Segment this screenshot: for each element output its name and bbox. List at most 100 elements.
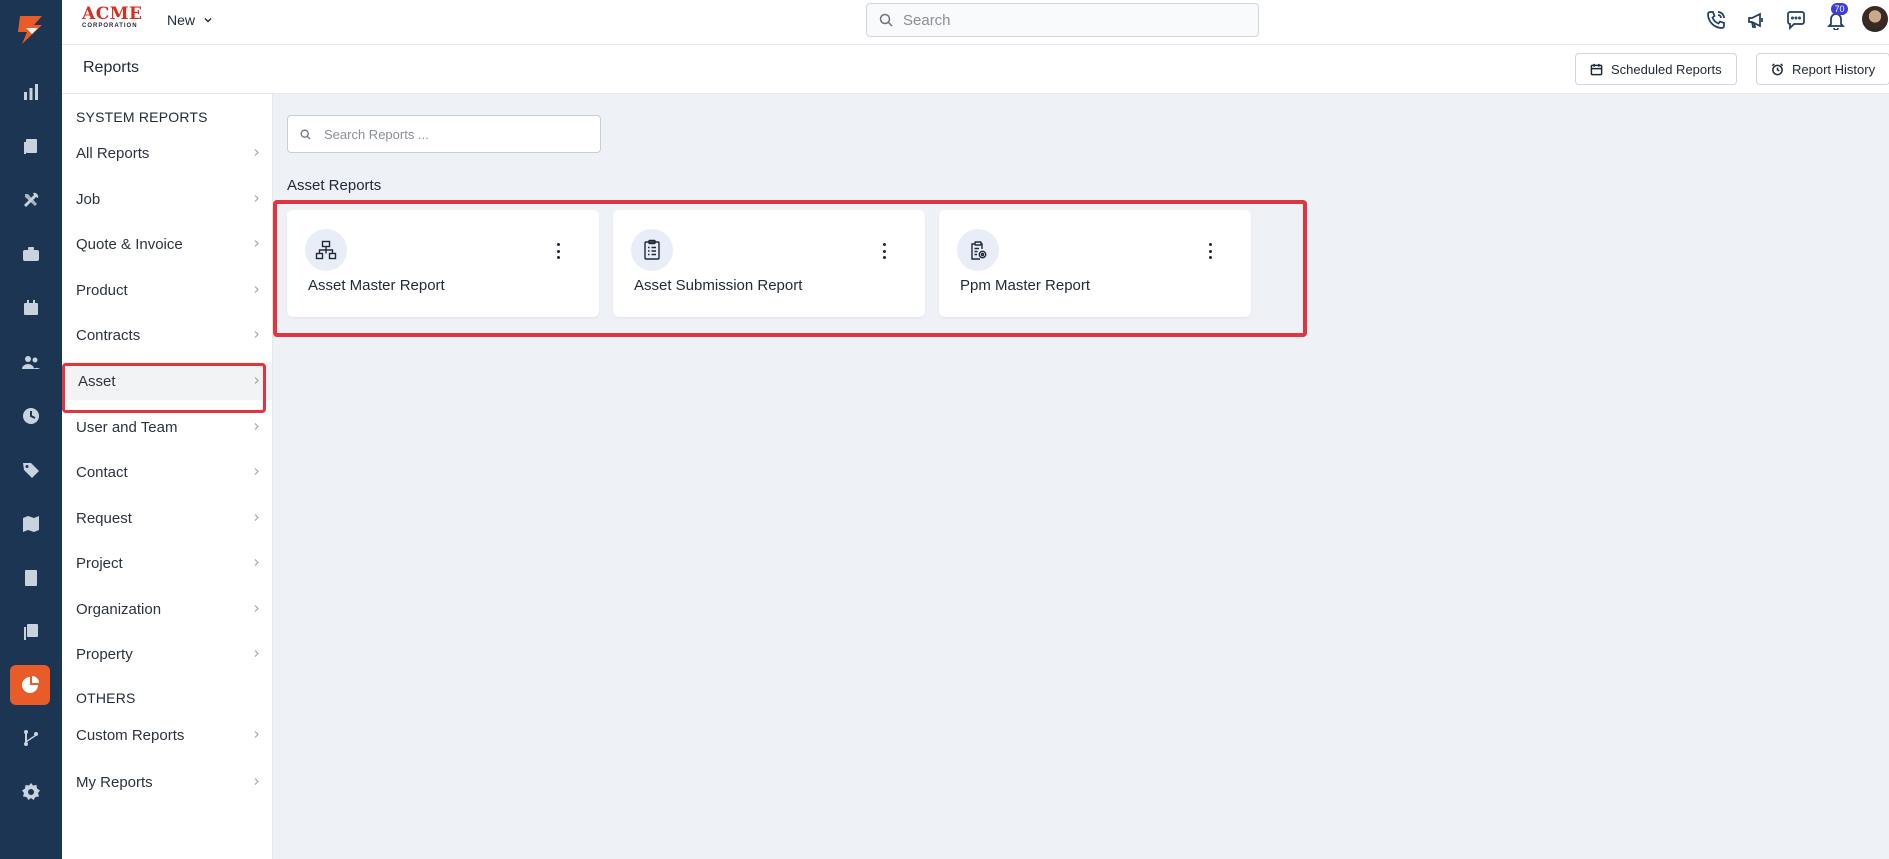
sidebar-item-label: Contracts xyxy=(76,326,141,344)
reports-sidebar: SYSTEM REPORTS All Reports Job Quote & I… xyxy=(62,94,273,859)
sidebar-item-user-and-team[interactable]: User and Team xyxy=(62,408,272,446)
sidebar-item-product[interactable]: Product xyxy=(62,271,272,309)
clipboard-list-icon xyxy=(631,229,673,271)
reports-pie-icon[interactable] xyxy=(10,665,50,705)
sidebar-item-project[interactable]: Project xyxy=(62,544,272,582)
brand-name: ACME xyxy=(82,4,143,24)
sidebar-item-label: Project xyxy=(76,554,123,572)
more-options-icon[interactable] xyxy=(553,243,563,259)
files-icon[interactable] xyxy=(15,616,47,648)
global-search-input[interactable] xyxy=(903,11,1233,29)
sidebar-item-label: Contact xyxy=(76,463,128,481)
sidebar-item-label: My Reports xyxy=(76,773,153,791)
notification-count-badge: 70 xyxy=(1831,3,1848,15)
sidebar-item-label: User and Team xyxy=(76,418,178,436)
sidebar-item-label: Organization xyxy=(76,600,162,618)
report-card-name: Asset Master Report xyxy=(308,277,445,294)
sidebar-item-label: Product xyxy=(76,281,128,299)
chevron-right-icon xyxy=(254,731,259,738)
reports-main-area: Asset Reports Asset Master Report Asset … xyxy=(273,94,1889,859)
sidebar-item-organization[interactable]: Organization xyxy=(62,590,272,628)
app-logo-icon[interactable] xyxy=(12,12,48,48)
sidebar-item-label: Job xyxy=(76,190,101,208)
report-history-button[interactable]: Report History xyxy=(1756,53,1889,85)
chat-icon[interactable] xyxy=(1783,8,1809,32)
briefcase-icon[interactable] xyxy=(15,238,47,270)
report-card-name: Asset Submission Report xyxy=(634,277,803,294)
tag-icon[interactable] xyxy=(15,454,47,486)
chevron-right-icon xyxy=(254,240,259,247)
clipboard-settings-icon xyxy=(957,229,999,271)
calendar-icon[interactable] xyxy=(15,292,47,324)
report-card-asset-submission[interactable]: Asset Submission Report xyxy=(613,210,925,317)
sidebar-item-asset[interactable]: Asset xyxy=(62,362,272,400)
sidebar-item-request[interactable]: Request xyxy=(62,499,272,537)
chevron-right-icon xyxy=(254,605,259,612)
dashboard-icon[interactable] xyxy=(15,76,47,108)
chevron-right-icon xyxy=(254,423,259,430)
more-options-icon[interactable] xyxy=(1205,243,1215,259)
user-avatar[interactable] xyxy=(1862,6,1888,32)
sidebar-item-contracts[interactable]: Contracts xyxy=(62,316,272,354)
chevron-right-icon xyxy=(254,331,259,338)
report-group-title: Asset Reports xyxy=(287,177,382,194)
sidebar-item-custom-reports[interactable]: Custom Reports xyxy=(62,716,272,754)
chevron-right-icon xyxy=(254,778,259,785)
more-options-icon[interactable] xyxy=(879,243,889,259)
page-title: Reports xyxy=(83,59,140,76)
report-card-ppm-master[interactable]: Ppm Master Report xyxy=(939,210,1251,317)
sidebar-item-property[interactable]: Property xyxy=(62,635,272,673)
users-icon[interactable] xyxy=(15,346,47,378)
new-dropdown-button[interactable]: New xyxy=(167,12,213,28)
brand-subtitle: CORPORATION xyxy=(82,23,138,29)
chevron-right-icon xyxy=(254,650,259,657)
chevron-right-icon xyxy=(254,149,259,156)
report-card-asset-master[interactable]: Asset Master Report xyxy=(287,210,599,317)
scheduled-reports-label: Scheduled Reports xyxy=(1611,61,1722,77)
report-search[interactable] xyxy=(287,115,601,153)
sidebar-item-contact[interactable]: Contact xyxy=(62,453,272,491)
system-reports-header: SYSTEM REPORTS xyxy=(76,109,208,125)
report-history-label: Report History xyxy=(1792,61,1876,77)
company-logo[interactable]: ACME CORPORATION xyxy=(82,5,146,33)
sidebar-item-label: All Reports xyxy=(76,144,150,162)
report-card-name: Ppm Master Report xyxy=(960,277,1091,294)
global-search[interactable] xyxy=(866,3,1259,37)
sidebar-item-label: Quote & Invoice xyxy=(76,235,183,253)
sidebar-item-my-reports[interactable]: My Reports xyxy=(62,763,272,801)
report-search-input[interactable] xyxy=(324,126,594,142)
top-bar: ACME CORPORATION New 70 xyxy=(62,0,1889,45)
sidebar-item-quote-invoice[interactable]: Quote & Invoice xyxy=(62,225,272,263)
scheduled-reports-button[interactable]: Scheduled Reports xyxy=(1575,53,1737,85)
new-label: New xyxy=(167,12,196,28)
chevron-right-icon xyxy=(254,286,259,293)
sidebar-item-label: Custom Reports xyxy=(76,726,185,744)
chevron-right-icon xyxy=(254,195,259,202)
invoice-icon[interactable] xyxy=(15,562,47,594)
documents-icon[interactable] xyxy=(15,130,47,162)
search-icon xyxy=(300,129,311,139)
sidebar-item-job[interactable]: Job xyxy=(62,180,272,218)
alarm-clock-icon xyxy=(1771,62,1784,75)
others-header: OTHERS xyxy=(76,690,136,706)
calendar-icon xyxy=(1590,63,1603,75)
app-nav-rail xyxy=(0,0,62,859)
search-icon xyxy=(879,13,893,27)
clock-icon[interactable] xyxy=(15,400,47,432)
megaphone-icon[interactable] xyxy=(1743,8,1769,32)
chevron-down-icon xyxy=(204,18,212,23)
chevron-right-icon xyxy=(254,514,259,521)
sidebar-item-label: Property xyxy=(76,645,133,663)
chevron-right-icon xyxy=(254,468,259,475)
hierarchy-icon xyxy=(305,229,347,271)
map-icon[interactable] xyxy=(15,508,47,540)
settings-gear-icon[interactable] xyxy=(15,776,47,808)
page-header: Reports Scheduled Reports Report History xyxy=(62,45,1889,94)
sidebar-item-all-reports[interactable]: All Reports xyxy=(62,134,272,172)
tools-icon[interactable] xyxy=(15,184,47,216)
workflow-icon[interactable] xyxy=(15,722,47,754)
sidebar-item-label: Request xyxy=(76,509,132,527)
phone-icon[interactable] xyxy=(1703,8,1729,32)
sidebar-item-label: Asset xyxy=(78,372,116,390)
chevron-right-icon xyxy=(254,559,259,566)
